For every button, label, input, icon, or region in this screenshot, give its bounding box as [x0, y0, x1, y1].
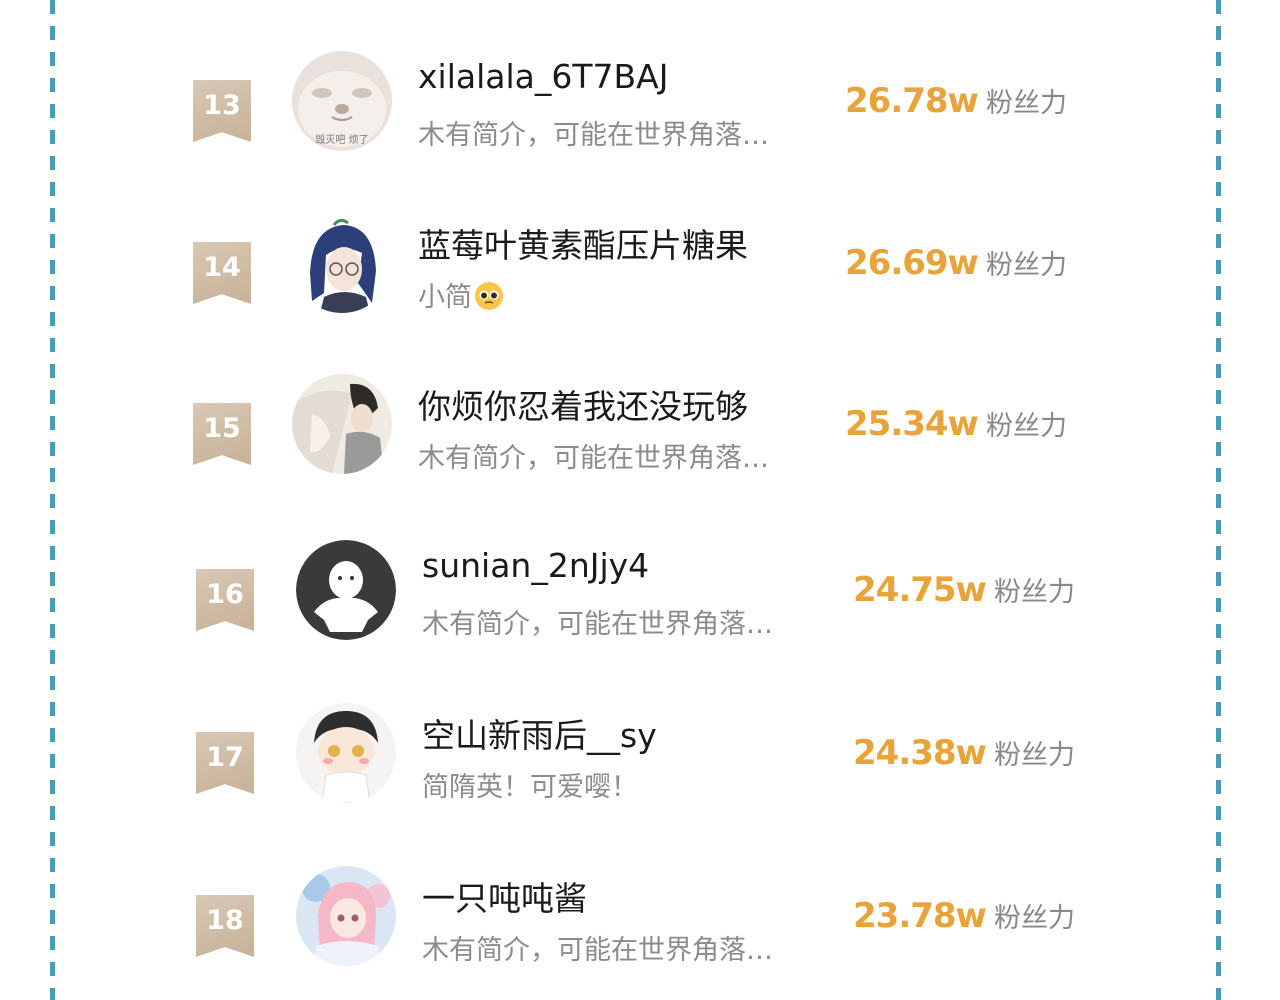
avatar[interactable]: 毁灭吧 烦了	[292, 51, 392, 151]
rank-badge: 18	[196, 895, 254, 957]
rank-badge: 16	[196, 569, 254, 631]
ranking-row-14[interactable]: 14 蓝莓叶黄素酯压片糖果 小简 26.69w 粉丝力	[0, 207, 1280, 337]
ranking-row-18[interactable]: 18 一只吨吨酱 木有简介，可能在世界角落… 23.78w 粉丝力	[0, 860, 1280, 990]
username[interactable]: xilalala_6T7BAJ	[418, 57, 668, 96]
user-bio: 木有简介，可能在世界角落…	[418, 443, 769, 474]
bio-text: 小简	[418, 282, 472, 313]
fan-power-unit: 粉丝力	[993, 903, 1075, 934]
fan-power-value: 26.78w	[845, 81, 979, 121]
avatar[interactable]	[296, 866, 396, 966]
fan-power-value: 24.75w	[853, 570, 987, 610]
avatar-caption: 毁灭吧 烦了	[315, 133, 368, 146]
ranking-row-17[interactable]: 17 空山新雨后__sy 简隋英！可爱嘤！ 24.38w 粉丝力	[0, 697, 1280, 827]
rank-number: 13	[203, 90, 241, 121]
ranking-row-15[interactable]: 15 你烦你忍着我还没玩够 木有简介，可能在世界角落… 25.34w 粉丝力	[0, 368, 1280, 498]
avatar[interactable]	[292, 374, 392, 474]
rank-number: 18	[206, 905, 244, 936]
rank-badge: 17	[196, 732, 254, 794]
fan-power-stat: 25.34w 粉丝力	[845, 404, 1067, 444]
illustration-avatar-image	[292, 374, 392, 474]
ranking-row-16[interactable]: 16 sunian_2nJjy4 木有简介，可能在世界角落… 24.75w 粉丝力	[0, 534, 1280, 664]
rank-number: 15	[203, 413, 241, 444]
username[interactable]: 空山新雨后__sy	[422, 709, 657, 757]
anime-boy-avatar-image	[292, 213, 392, 313]
chibi-avatar-image	[296, 703, 396, 803]
avatar[interactable]	[296, 540, 396, 640]
rank-badge: 14	[193, 242, 251, 304]
pleading-face-emoji-icon	[475, 282, 503, 310]
avatar[interactable]	[292, 213, 392, 313]
fan-power-stat: 23.78w 粉丝力	[853, 896, 1075, 936]
avatar[interactable]	[296, 703, 396, 803]
fan-power-stat: 26.78w 粉丝力	[845, 81, 1067, 121]
fan-power-unit: 粉丝力	[993, 577, 1075, 608]
username[interactable]: sunian_2nJjy4	[422, 546, 649, 585]
default-avatar-icon	[296, 540, 396, 640]
fan-power-value: 23.78w	[853, 896, 987, 936]
fan-power-stat: 24.75w 粉丝力	[853, 570, 1075, 610]
username[interactable]: 你烦你忍着我还没玩够	[418, 380, 748, 428]
user-bio: 木有简介，可能在世界角落…	[422, 935, 773, 966]
username[interactable]: 蓝莓叶黄素酯压片糖果	[418, 219, 748, 267]
user-bio: 简隋英！可爱嘤！	[422, 772, 638, 803]
fan-power-value: 25.34w	[845, 404, 979, 444]
ranking-row-13[interactable]: 13 毁灭吧 烦了 xilalala_6T7BAJ 木有简介，可能在世界角落… …	[0, 45, 1280, 175]
fan-power-unit: 粉丝力	[985, 411, 1067, 442]
rank-number: 14	[203, 252, 241, 283]
user-bio: 木有简介，可能在世界角落…	[422, 609, 773, 640]
fan-power-value: 26.69w	[845, 243, 979, 283]
rank-number: 16	[206, 579, 244, 610]
rank-badge: 13	[193, 80, 251, 142]
fan-power-unit: 粉丝力	[993, 740, 1075, 771]
rank-number: 17	[206, 742, 244, 773]
fan-power-stat: 24.38w 粉丝力	[853, 733, 1075, 773]
rank-badge: 15	[193, 403, 251, 465]
user-bio: 小简	[418, 275, 504, 314]
fan-power-unit: 粉丝力	[985, 250, 1067, 281]
pastel-doll-avatar-image	[296, 866, 396, 966]
fan-power-stat: 26.69w 粉丝力	[845, 243, 1067, 283]
cat-avatar-image: 毁灭吧 烦了	[292, 51, 392, 151]
fan-power-unit: 粉丝力	[985, 88, 1067, 119]
user-bio: 木有简介，可能在世界角落…	[418, 120, 769, 151]
fan-power-value: 24.38w	[853, 733, 987, 773]
username[interactable]: 一只吨吨酱	[422, 872, 587, 920]
